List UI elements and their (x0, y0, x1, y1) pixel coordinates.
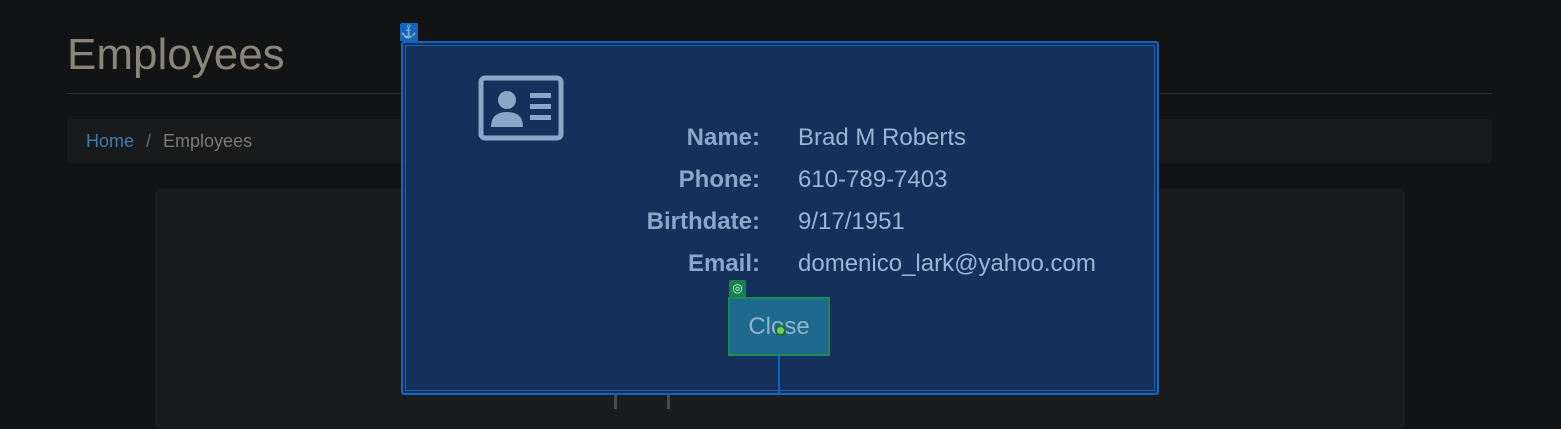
email-value: domenico_lark@yahoo.com (798, 250, 1096, 277)
phone-row: Phone: 610-789-7403 (0, 166, 1561, 200)
phone-value: 610-789-7403 (798, 166, 948, 193)
birthdate-label: Birthdate: (646, 208, 760, 235)
close-button[interactable]: Close (728, 297, 830, 356)
phone-label: Phone: (678, 166, 760, 193)
name-row: Name: Brad M Roberts (0, 124, 1561, 158)
birthdate-row: Birthdate: 9/17/1951 (0, 208, 1561, 242)
email-row: Email: domenico_lark@yahoo.com (0, 250, 1561, 284)
name-value: Brad M Roberts (798, 124, 967, 151)
anchor-icon: ⚓ (400, 23, 418, 41)
name-label: Name: (686, 124, 760, 151)
birthdate-value: 9/17/1951 (798, 208, 905, 235)
target-icon: ◎ (729, 280, 746, 297)
email-label: Email: (687, 250, 760, 277)
connector-line (778, 356, 780, 394)
page-title: Employees (67, 30, 285, 79)
